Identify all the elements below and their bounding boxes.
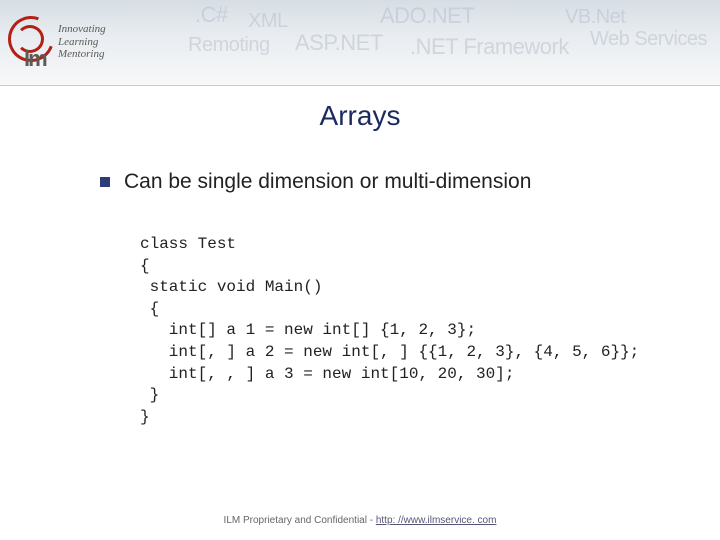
logo-words: InnovatingLearningMentoring	[58, 23, 106, 61]
watermark-word: .C#	[195, 2, 228, 28]
watermark-word: VB.Net	[565, 6, 625, 29]
banner: lm InnovatingLearningMentoring .C# XML ADO…	[0, 0, 720, 86]
slide-title: Arrays	[0, 100, 720, 132]
footer-link[interactable]: http: //www.ilmservice. com	[376, 515, 497, 526]
logo-mark-icon: lm	[8, 16, 56, 70]
logo: lm InnovatingLearningMentoring	[6, 6, 161, 78]
watermark-word: Web Services	[590, 28, 707, 51]
square-bullet-icon	[100, 177, 110, 187]
watermark-word: ASP.NET	[295, 30, 383, 56]
logo-word: Innovating	[58, 23, 106, 36]
watermark-word: XML	[248, 10, 288, 33]
logo-word: Learning	[58, 36, 106, 49]
footer-prefix: ILM Proprietary and Confidential -	[224, 515, 376, 526]
logo-word: Mentoring	[58, 48, 106, 61]
slide: lm InnovatingLearningMentoring .C# XML ADO…	[0, 0, 720, 540]
bullet-row: Can be single dimension or multi-dimensi…	[100, 170, 531, 194]
watermark-word: Remoting	[188, 34, 270, 57]
watermark-word: ADO.NET	[380, 3, 474, 29]
watermark-word: .NET Framework	[410, 34, 569, 60]
logo-letters: lm	[24, 46, 46, 72]
footer: ILM Proprietary and Confidential - http:…	[0, 515, 720, 526]
bullet-text: Can be single dimension or multi-dimensi…	[124, 170, 531, 194]
code-block: class Test { static void Main() { int[] …	[140, 234, 639, 428]
